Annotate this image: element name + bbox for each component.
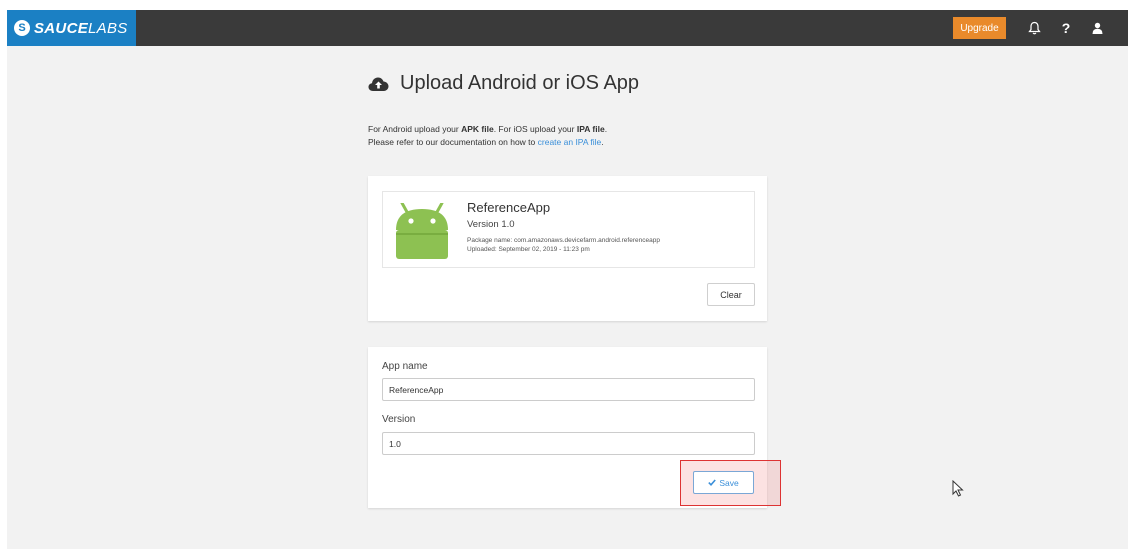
package-name-text: Package name: com.amazonaws.devicefarm.a…	[467, 237, 660, 244]
version-input[interactable]	[382, 432, 755, 455]
checkmark-icon	[708, 479, 717, 486]
app-info-box: ReferenceApp Version 1.0 Package name: c…	[382, 191, 755, 268]
logo-text: SAUCELABS	[34, 19, 128, 37]
page-title: Upload Android or iOS App	[368, 72, 639, 95]
app-version-text: Version 1.0	[467, 219, 515, 230]
logo-mark-icon: S	[14, 20, 30, 36]
upgrade-button[interactable]: Upgrade	[953, 17, 1006, 39]
apk-file-text: APK file	[461, 124, 494, 134]
clear-button[interactable]: Clear	[707, 283, 755, 306]
uploaded-date-text: Uploaded: September 02, 2019 - 11:23 pm	[467, 246, 590, 253]
save-label: Save	[719, 477, 739, 488]
android-robot-icon	[396, 203, 448, 259]
version-label: Version	[382, 414, 416, 425]
app-name-label: App name	[382, 361, 428, 372]
user-account-icon[interactable]	[1089, 10, 1105, 46]
ipa-file-text: IPA file	[576, 124, 605, 134]
mouse-cursor-icon	[952, 480, 964, 497]
app-name-input[interactable]	[382, 378, 755, 401]
cloud-upload-icon	[368, 77, 389, 91]
app-name-text: ReferenceApp	[467, 200, 551, 215]
uploaded-app-card: ReferenceApp Version 1.0 Package name: c…	[368, 176, 767, 321]
help-icon[interactable]: ?	[1058, 10, 1074, 46]
saucelabs-logo[interactable]: S SAUCELABS	[7, 10, 136, 46]
upload-instructions: For Android upload your APK file. For iO…	[368, 124, 608, 147]
save-button[interactable]: Save	[693, 471, 754, 494]
app-frame: S SAUCELABS Upgrade ? Upload Android or …	[7, 10, 1128, 549]
page-heading: Upload Android or iOS App	[400, 72, 640, 94]
create-ipa-file-link[interactable]: create an IPA file	[538, 137, 602, 147]
top-navbar: S SAUCELABS Upgrade ?	[7, 10, 1128, 46]
notifications-bell-icon[interactable]	[1025, 10, 1043, 46]
